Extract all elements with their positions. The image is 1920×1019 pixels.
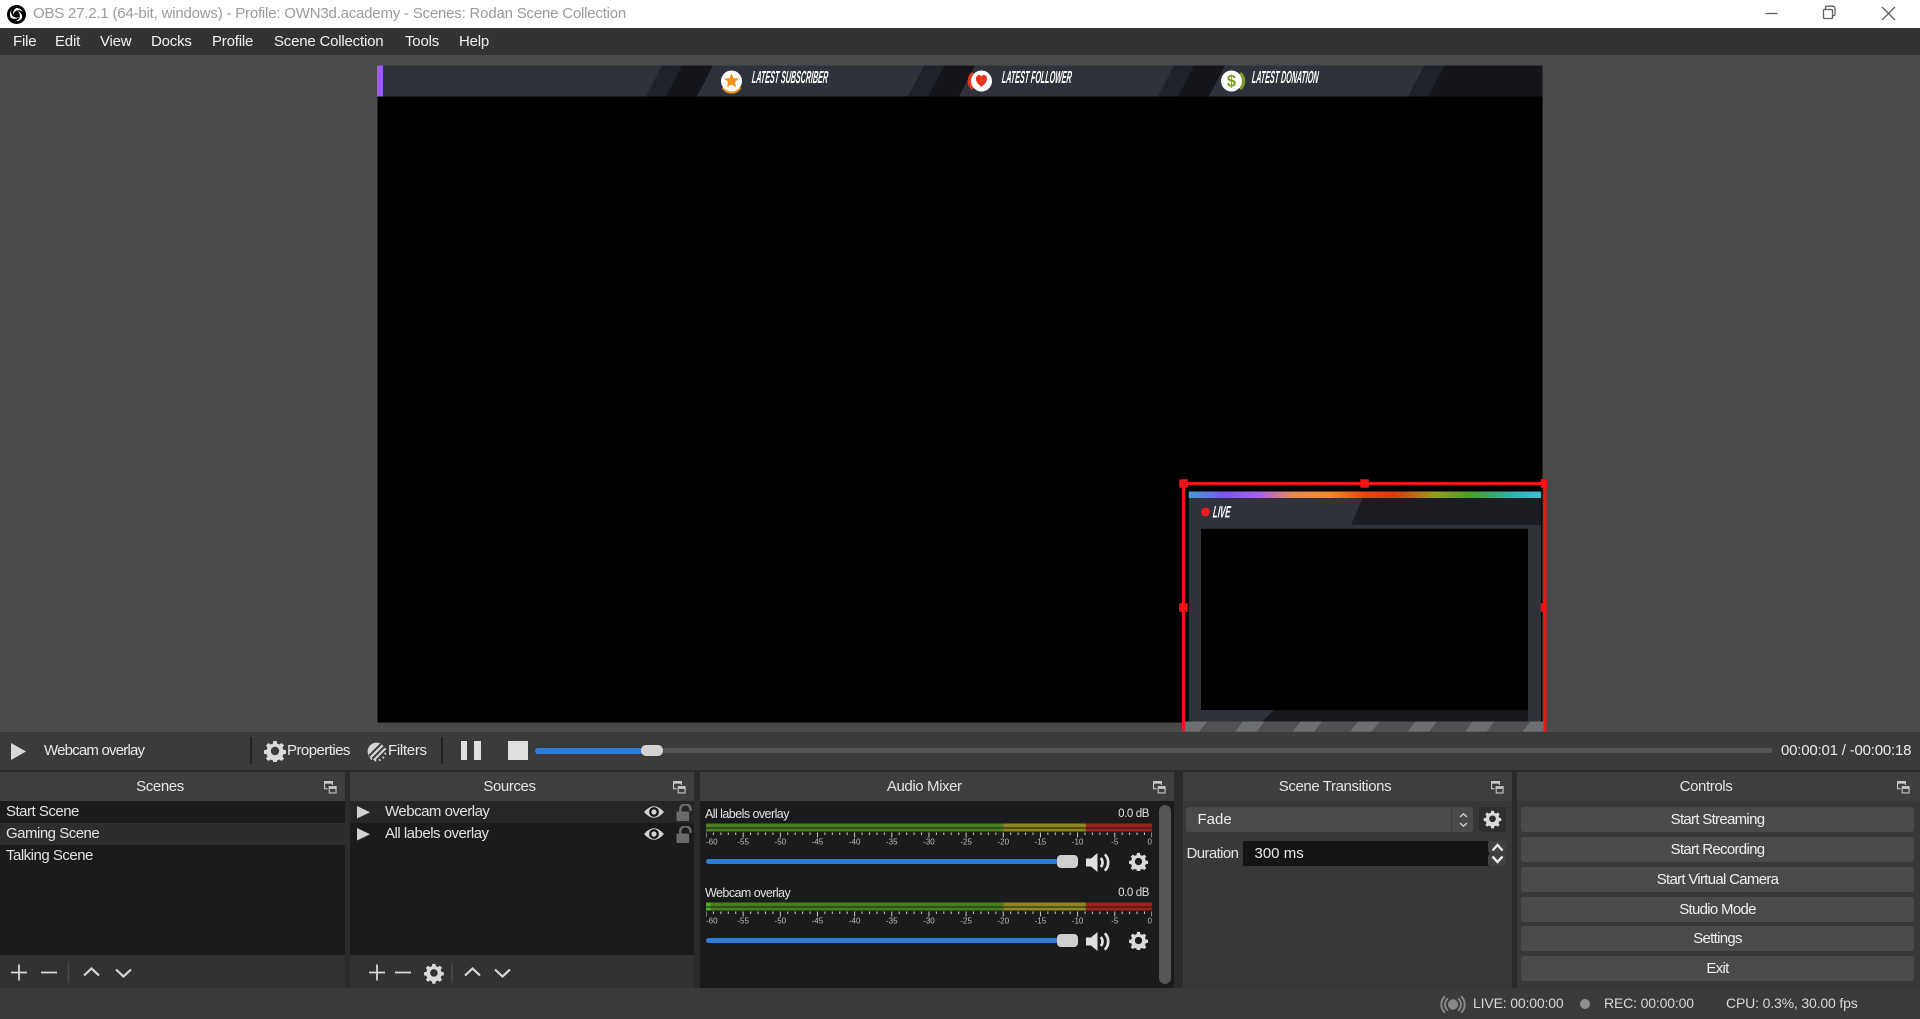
svg-text:0: 0: [1147, 917, 1152, 926]
svg-text:-55: -55: [737, 917, 749, 926]
svg-text:-50: -50: [774, 917, 786, 926]
svg-text:-20: -20: [997, 838, 1009, 847]
svg-text:-5: -5: [1111, 838, 1119, 847]
svg-text:-60: -60: [706, 917, 718, 926]
svg-text:-35: -35: [886, 838, 898, 847]
svg-text:-30: -30: [923, 917, 935, 926]
svg-text:-10: -10: [1071, 917, 1083, 926]
svg-text:LIVE: LIVE: [1212, 502, 1232, 521]
svg-text:-5: -5: [1111, 917, 1119, 926]
svg-text:-15: -15: [1034, 838, 1046, 847]
svg-text:LATEST DONATION: LATEST DONATION: [1251, 67, 1320, 87]
svg-text:-10: -10: [1071, 838, 1083, 847]
svg-text:0: 0: [1147, 838, 1152, 847]
svg-text:LATEST FOLLOWER: LATEST FOLLOWER: [1001, 67, 1073, 87]
svg-text:-45: -45: [811, 917, 823, 926]
svg-text:-30: -30: [923, 838, 935, 847]
svg-text:-25: -25: [960, 838, 972, 847]
svg-text:-60: -60: [706, 838, 718, 847]
svg-text:LATEST SUBSCRIBER: LATEST SUBSCRIBER: [751, 67, 829, 87]
svg-text:-45: -45: [811, 838, 823, 847]
svg-text:-40: -40: [848, 917, 860, 926]
svg-text:-40: -40: [848, 838, 860, 847]
svg-text:-25: -25: [960, 917, 972, 926]
svg-text:-20: -20: [997, 917, 1009, 926]
svg-text:$: $: [1227, 73, 1236, 91]
svg-text:-15: -15: [1034, 917, 1046, 926]
svg-text:-55: -55: [737, 838, 749, 847]
svg-text:-50: -50: [774, 838, 786, 847]
svg-text:-35: -35: [886, 917, 898, 926]
